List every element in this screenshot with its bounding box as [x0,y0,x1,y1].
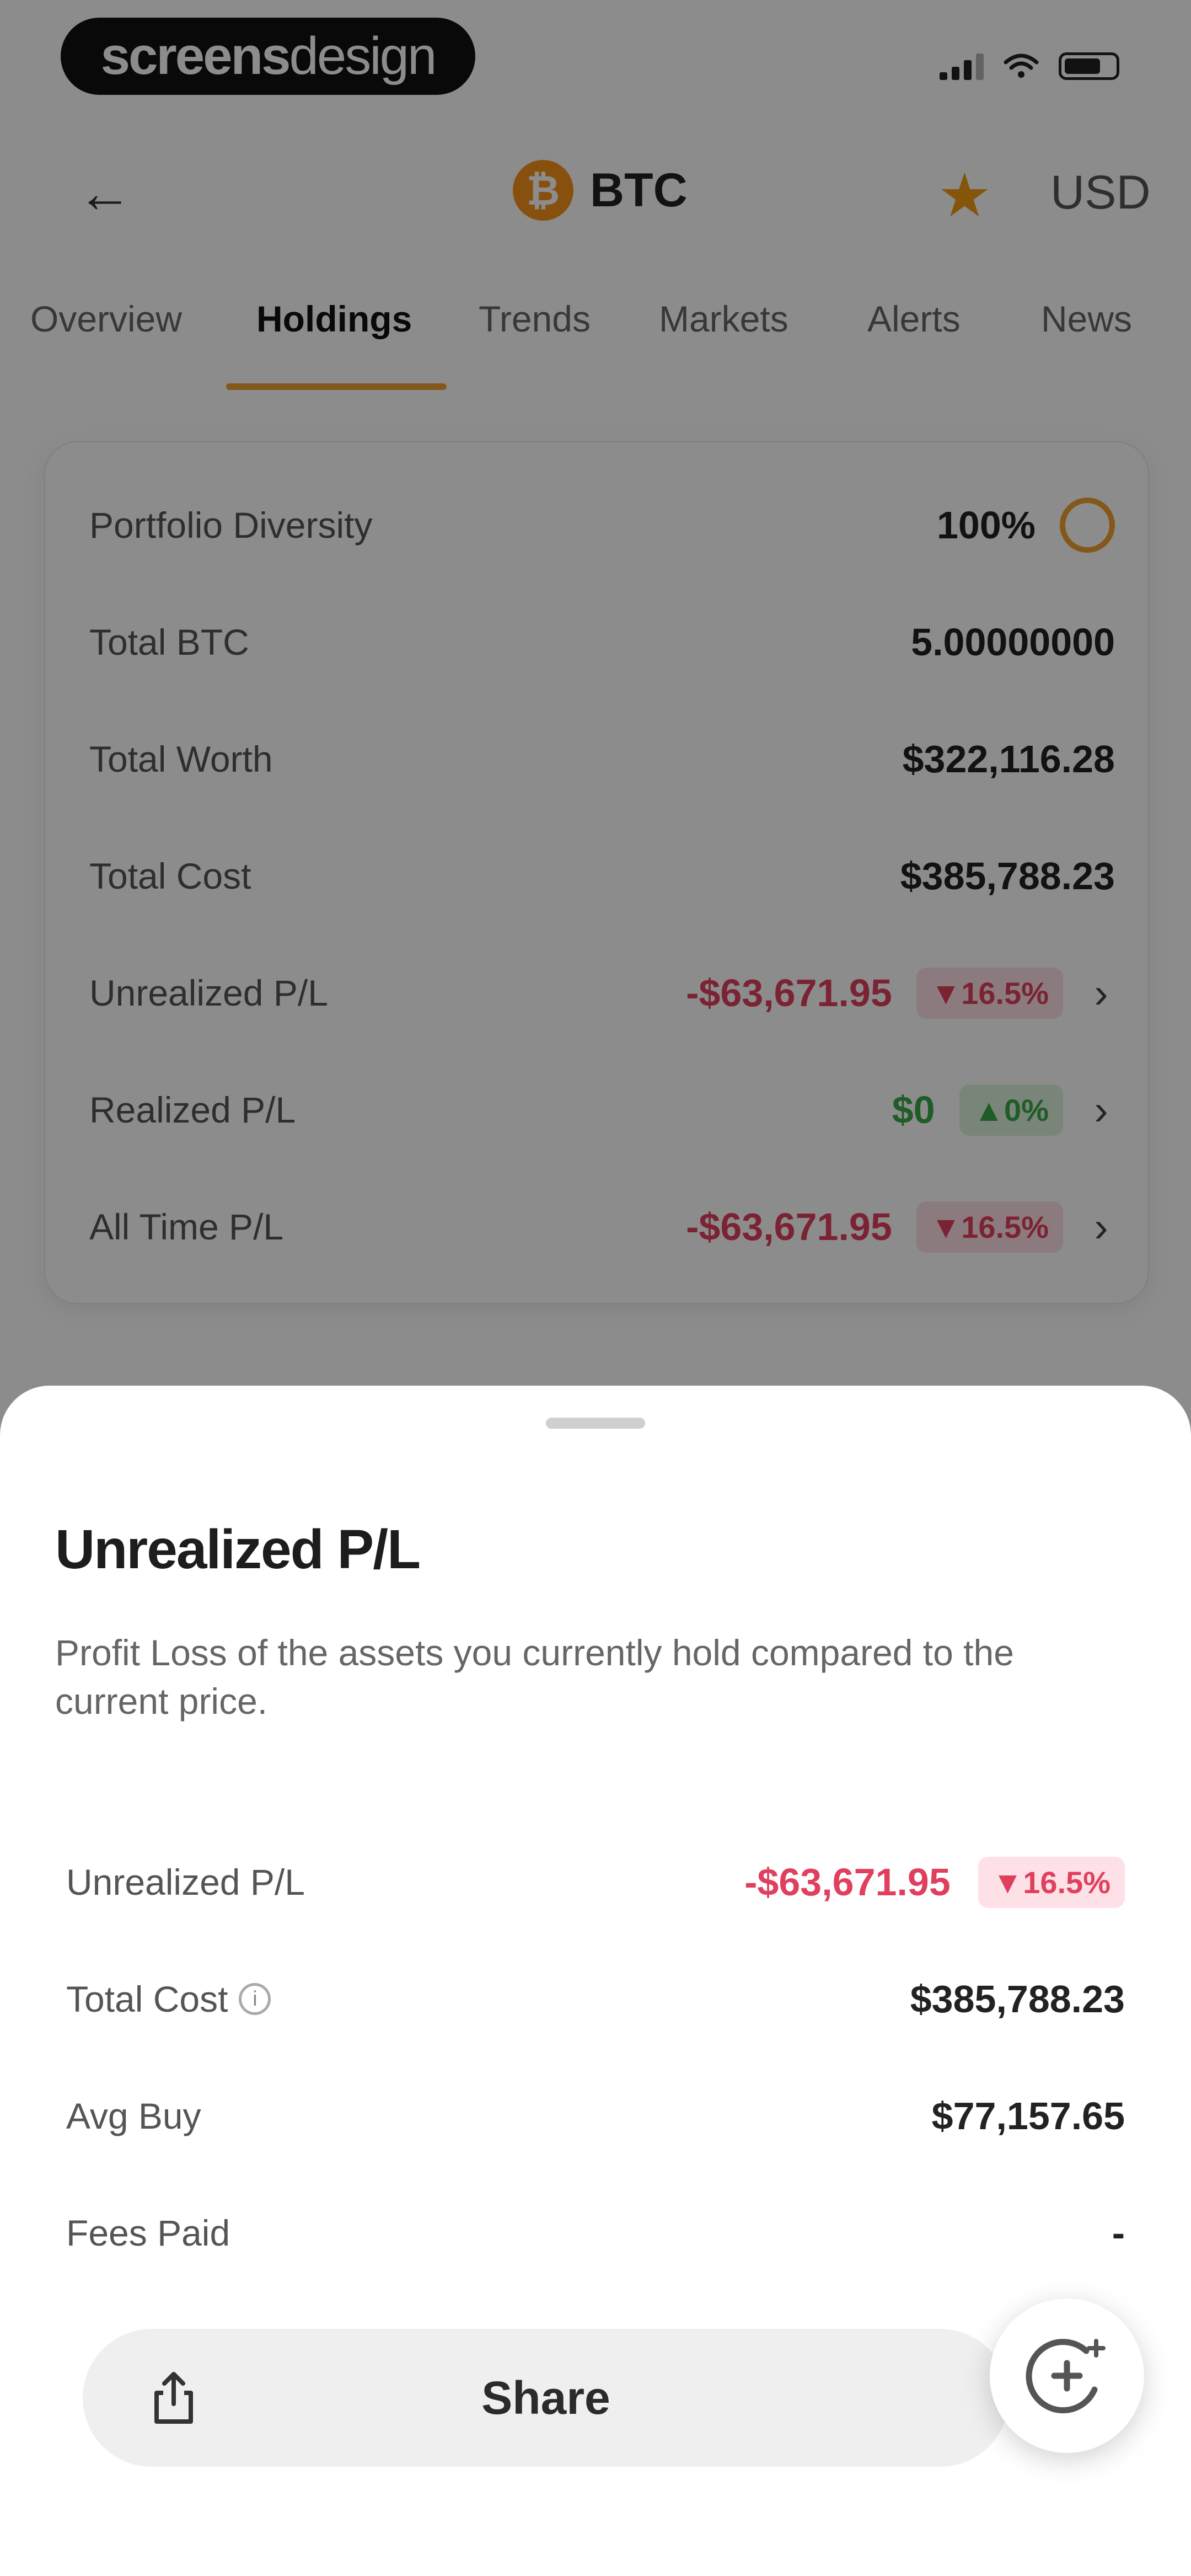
share-icon [154,2372,193,2424]
row-label: Unrealized P/L [66,1862,305,1902]
change-badge: ▼16.5% [978,1856,1125,1908]
sheet-description: Profit Loss of the assets you currently … [55,1632,1014,1722]
sheet-row-avg-buy: Avg Buy $77,157.65 [66,2083,1125,2149]
ai-assistant-button[interactable] [990,2299,1144,2453]
info-icon[interactable]: i [239,1983,271,2015]
row-label: Avg Buy [66,2096,201,2136]
row-value: $385,788.23 [910,1978,1125,2021]
unrealized-pl-sheet: Unrealized P/L Profit Loss of the assets… [0,1386,1191,2576]
sparkle-assistant-icon [1026,2339,1106,2414]
row-value: - [1112,2211,1125,2254]
share-button[interactable]: Share [83,2329,1009,2467]
row-label: Fees Paid [66,2212,230,2253]
sheet-title: Unrealized P/L [55,1519,421,1580]
share-label: Share [481,2371,610,2424]
row-value: $77,157.65 [931,2094,1125,2137]
sheet-grab-handle[interactable] [546,1418,645,1429]
row-label: Total Cost [66,1979,228,2019]
screen: screens design ← ₿ BTC ★ USD Overview Hol… [0,0,1191,2576]
sheet-row-fees-paid: Fees Paid - [66,2200,1125,2266]
sheet-row-unrealized-pl: Unrealized P/L -$63,671.95 ▼16.5% [66,1849,1125,1915]
row-label-wrap: Total Cost i [66,1978,271,2020]
row-value: -$63,671.95 [744,1861,951,1904]
sheet-row-total-cost: Total Cost i $385,788.23 [66,1966,1125,2032]
